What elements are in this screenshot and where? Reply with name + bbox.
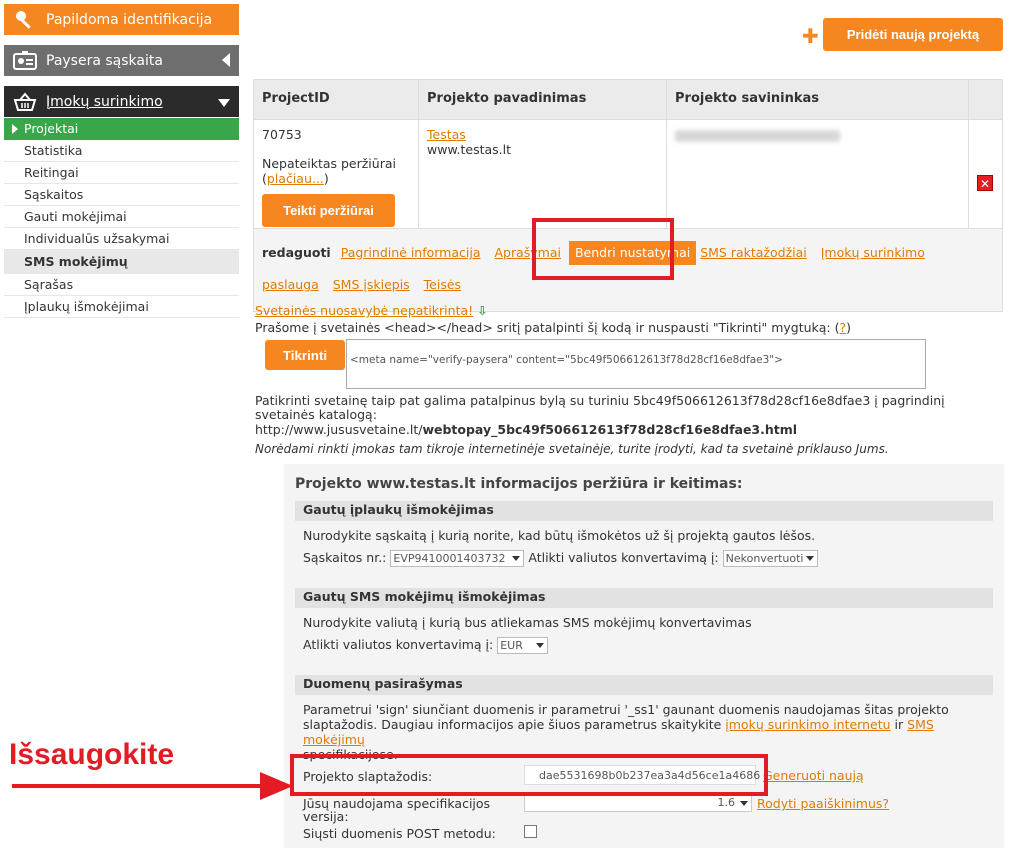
sidebar-menu: Projektai Statistika Reitingai Sąskaitos… [4,118,239,318]
column-header-project-name: Projekto pavadinimas [419,80,667,119]
verify-file-url-name: webtopay_5bc49f506612613f78d28cf16e8dfae… [422,422,798,437]
verify-instruction-end: ) [846,320,852,335]
cell-project-id: 70753 Nepateiktas peržiūrai (plačiau...)… [254,120,419,228]
review-status-text: Nepateiktas peržiūrai [262,156,396,171]
highlight-frame-bendri [532,218,674,280]
account-select[interactable]: EVP9410001403732 [390,550,525,567]
convert-select-1[interactable]: Nekonvertuoti [722,550,818,567]
post-method-checkbox[interactable] [524,825,537,838]
table-row: 70753 Nepateiktas peržiūrai (plačiau...)… [254,120,1002,229]
verify-code-textarea[interactable]: <meta name="verify-paysera" content="5bc… [346,339,926,389]
account-label: Sąskaitos nr.: [303,550,387,565]
link-imoku-surinkimo[interactable]: įmokų surinkimo internetu [725,717,890,732]
chevron-left-icon [221,52,231,72]
convert-label-2: Atlikti valiutos konvertavimą į: [303,637,494,652]
sidebar-imoku-label: Įmokų surinkimo [46,93,163,110]
sidebar-item-statistika[interactable]: Statistika [4,140,239,162]
panel-title: Projekto www.testas.lt informacijos perž… [295,476,743,492]
signing-text-2: slaptažodis. Daugiau informacijos apie š… [303,717,722,732]
column-header-actions [969,80,1002,119]
plus-icon: ✚ [802,24,819,48]
sidebar-imoku-surinkimo[interactable]: Įmokų surinkimo [4,86,239,117]
annotation-arrow-icon [12,772,293,800]
convert-value-1: Nekonvertuoti [725,552,804,565]
tab-sms-iskiepis[interactable]: SMS įskiepis [333,277,410,292]
verify-note: Norėdami rinkti įmokas tam tikroje inter… [255,442,889,456]
chevron-down-icon [536,643,545,648]
column-header-project-owner: Projekto savininkas [667,80,969,119]
spec-version-value: 1.6 [717,796,736,809]
verify-instruction-text: Prašome į svetainės <head></head> sritį … [255,320,840,335]
submit-review-button[interactable]: Teikti peržiūrai [262,194,395,227]
sidebar-paysera-label: Paysera sąskaita [46,52,163,69]
sidebar-section-sms-mokejimu[interactable]: SMS mokėjimų [4,250,239,274]
delete-icon[interactable]: ✕ [977,175,993,191]
highlight-frame-password [290,754,768,796]
id-card-icon [12,50,38,72]
sidebar-item-iplauku-ismokejimai[interactable]: Įplaukų išmokėjimai [4,296,239,318]
section-text-sms: Nurodykite valiutą į kurią bus atliekama… [303,615,752,630]
sidebar-item-saskaitos[interactable]: Sąskaitos [4,184,239,206]
owner-redacted [675,130,840,142]
section-header-iplauku: Gautų įplaukų išmokėjimas [295,501,993,521]
verify-file-url: http://www.jususvetaine.lt/webtopay_5bc4… [255,422,797,437]
verify-file-text: Patikrinti svetainę taip pat galima pata… [255,393,945,422]
spec-label: Jūsų naudojama specifikacijos versija: [303,796,491,824]
chevron-down-icon [217,96,231,112]
sidebar-papildoma-label: Papildoma identifikacija [46,11,213,28]
section-header-pasirasymas: Duomenų pasirašymas [295,675,993,695]
tab-pagrindine-informacija[interactable]: Pagrindinė informacija [341,245,481,260]
review-status: Nepateiktas peržiūrai (plačiau...) [262,156,410,186]
chevron-down-icon [805,556,814,561]
table-header: ProjectID Projekto pavadinimas Projekto … [254,80,1002,120]
convert-select-2[interactable]: EUR [497,637,549,654]
sidebar-item-reitingai[interactable]: Reitingai [4,162,239,184]
tab-sms-raktazodziai[interactable]: SMS raktažodžiai [700,245,807,260]
add-project-button[interactable]: Pridėti naują projektą [823,18,1003,51]
spec-version-select[interactable]: 1.6 [524,795,752,812]
verify-file-url-prefix: http://www.jususvetaine.lt/ [255,422,423,437]
ownership-not-verified-link[interactable]: Svetainės nuosavybė nepatikrinta! [255,303,473,318]
project-name-link[interactable]: Testas [427,127,466,142]
account-value: EVP9410001403732 [393,552,506,565]
cell-project-name: Testas www.testas.lt [419,120,667,228]
verify-instruction: Prašome į svetainės <head></head> sritį … [255,320,1000,335]
cell-project-owner [667,120,969,228]
sidebar-item-gauti-mokejimai[interactable]: Gauti mokėjimai [4,206,239,228]
edit-label: redaguoti [262,245,331,260]
sidebar-item-projektai[interactable]: Projektai [4,118,239,140]
sms-convert-row: Atlikti valiutos konvertavimą į: EUR [303,637,549,654]
show-explanations-link[interactable]: Rodyti paaiškinimus? [757,796,889,811]
chevron-down-icon [740,801,748,806]
basket-icon [12,91,38,113]
signing-text-1: Parametrui 'sign' siunčiant duomenis ir … [303,702,949,717]
sidebar-paysera-saskaita[interactable]: Paysera sąskaita [4,45,239,76]
project-id: 70753 [262,127,302,142]
verify-link-row: Svetainės nuosavybė nepatikrinta! ⇩ [255,303,488,318]
key-icon [12,9,38,31]
convert-value-2: EUR [500,639,523,652]
column-header-project-id: ProjectID [254,80,419,119]
arrow-down-icon: ⇩ [477,303,488,318]
chevron-down-icon [512,556,521,561]
account-row: Sąskaitos nr.: EVP9410001403732 Atlikti … [303,550,818,567]
paren-close: ) [323,171,329,186]
tab-teises[interactable]: Teisės [424,277,461,292]
check-button[interactable]: Tikrinti [265,340,345,370]
project-url: www.testas.lt [427,142,512,157]
signing-and: ir [894,717,904,732]
more-info-link[interactable]: plačiau... [267,171,324,186]
convert-label-1: Atlikti valiutos konvertavimą į: [528,550,719,565]
sidebar-item-sarasas[interactable]: Sąrašas [4,274,239,296]
post-label: Siųsti duomenis POST metodu: [303,826,496,841]
cell-actions: ✕ [969,120,1002,228]
generate-password-link[interactable]: Generuoti naują [763,768,864,783]
section-header-sms: Gautų SMS mokėjimų išmokėjimas [295,588,993,608]
sidebar-item-individualus-uzsakymai[interactable]: Individualūs užsakymai [4,228,239,250]
section-text-pasirasymas: Parametrui 'sign' siunčiant duomenis ir … [303,702,993,762]
section-text-iplauku: Nurodykite sąskaitą į kurią norite, kad … [303,528,816,543]
sidebar-papildoma-identifikacija[interactable]: Papildoma identifikacija [4,4,239,35]
